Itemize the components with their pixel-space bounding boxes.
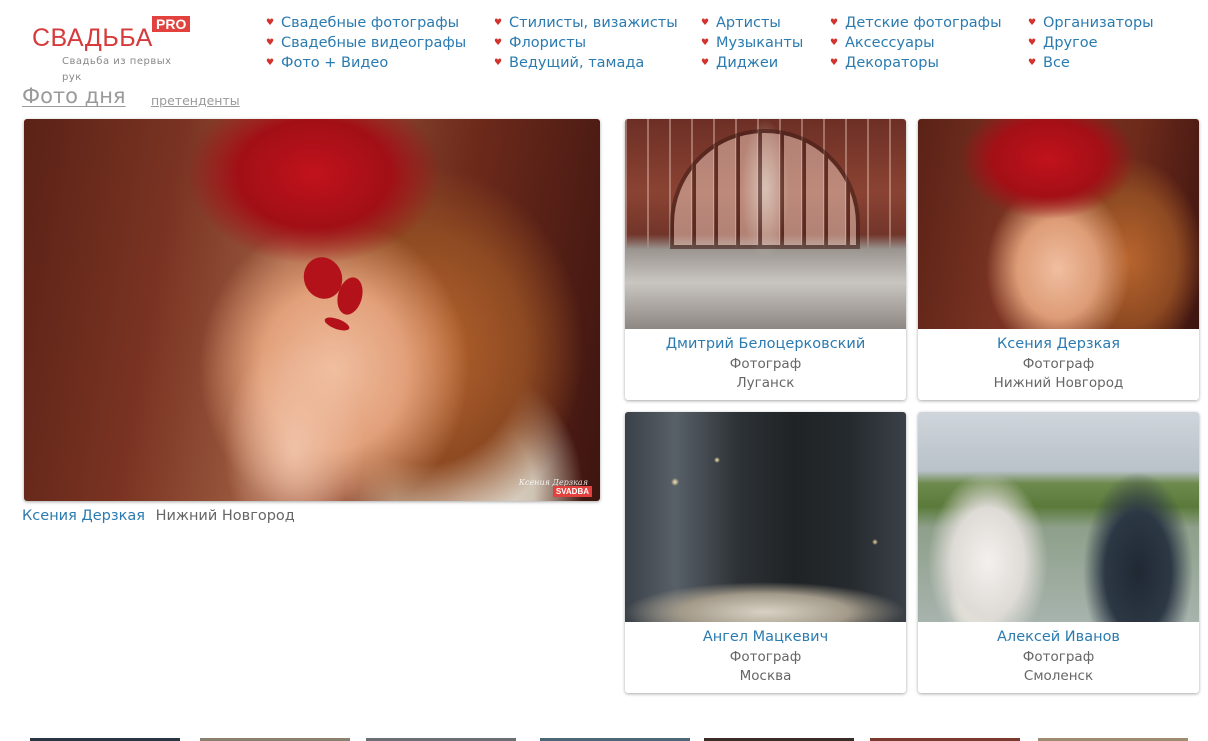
contender-photo[interactable] <box>625 412 906 622</box>
nav-link-florists[interactable]: ♥ Флористы <box>494 33 678 53</box>
logo-pro-badge: PRO <box>152 16 191 32</box>
contenders-link[interactable]: претенденты <box>151 93 240 108</box>
contender-city: Москва <box>739 668 792 684</box>
photo-of-day-title[interactable]: Фото дня <box>22 84 126 108</box>
main-photo-caption: Ксения Дерзкая Нижний Новгород <box>22 507 295 525</box>
nav-link-stylists[interactable]: ♥ Стилисты, визажисты <box>494 13 678 33</box>
heart-icon: ♥ <box>1028 18 1037 28</box>
heart-icon: ♥ <box>266 18 275 28</box>
contender-photo[interactable] <box>918 119 1199 329</box>
nav-link-hosts[interactable]: ♥ Ведущий, тамада <box>494 53 678 73</box>
heart-icon: ♥ <box>830 18 839 28</box>
main-photo-city: Нижний Новгород <box>155 508 295 524</box>
contender-name-link[interactable]: Алексей Иванов <box>918 628 1199 647</box>
nav-link-djs[interactable]: ♥ Диджеи <box>701 53 803 73</box>
heart-icon: ♥ <box>266 38 275 48</box>
logo-text[interactable]: СВАДЬБА <box>32 24 153 53</box>
contender-city: Луганск <box>736 375 795 391</box>
contender-role: Фотограф <box>729 649 802 665</box>
contender-photo[interactable] <box>918 412 1199 622</box>
contender-photo[interactable] <box>625 119 906 329</box>
contender-card[interactable]: Дмитрий Белоцерковский Фотограф Луганск <box>625 119 906 400</box>
nav-link-artists[interactable]: ♥ Артисты <box>701 13 803 33</box>
photo-watermark-badge: SVADBA <box>552 486 592 497</box>
contender-card[interactable]: Ангел Мацкевич Фотограф Москва <box>625 412 906 693</box>
heart-icon: ♥ <box>494 58 503 68</box>
nav-link-decorators[interactable]: ♥ Декораторы <box>830 53 1002 73</box>
nav-link-photo-video[interactable]: ♥ Фото + Видео <box>266 53 466 73</box>
contender-name-link[interactable]: Дмитрий Белоцерковский <box>625 335 906 354</box>
heart-icon: ♥ <box>494 18 503 28</box>
contender-role: Фотограф <box>1022 356 1095 372</box>
contender-card[interactable]: Алексей Иванов Фотограф Смоленск <box>918 412 1199 693</box>
heart-icon: ♥ <box>1028 58 1037 68</box>
nav-column: ♥ Организаторы ♥ Другое ♥ Все <box>1028 13 1154 73</box>
nav-link-kids-photographers[interactable]: ♥ Детские фотографы <box>830 13 1002 33</box>
nav-column: ♥ Стилисты, визажисты ♥ Флористы ♥ Ведущий,… <box>494 13 678 73</box>
petal-decoration <box>323 314 351 334</box>
nav-column: ♥ Артисты ♥ Музыканты ♥ Диджеи <box>701 13 803 73</box>
contender-role: Фотограф <box>729 356 802 372</box>
nav-link-other[interactable]: ♥ Другое <box>1028 33 1154 53</box>
nav-link-organizers[interactable]: ♥ Организаторы <box>1028 13 1154 33</box>
contender-city: Нижний Новгород <box>993 375 1124 391</box>
contender-name-link[interactable]: Ангел Мацкевич <box>625 628 906 647</box>
contender-card[interactable]: Ксения Дерзкая Фотограф Нижний Новгород <box>918 119 1199 400</box>
contender-name-link[interactable]: Ксения Дерзкая <box>918 335 1199 354</box>
nav-column: ♥ Свадебные фотографы ♥ Свадебные видеогра… <box>266 13 466 73</box>
heart-icon: ♥ <box>830 38 839 48</box>
logo-tagline: Свадьба из первых рук <box>62 56 172 83</box>
main-photo[interactable]: Ксения Дерзкая SVADBA <box>24 119 600 501</box>
contender-role: Фотограф <box>1022 649 1095 665</box>
heart-icon: ♥ <box>701 58 710 68</box>
contender-city: Смоленск <box>1023 668 1094 684</box>
nav-link-accessories[interactable]: ♥ Аксессуары <box>830 33 1002 53</box>
heart-icon: ♥ <box>830 58 839 68</box>
site-logo[interactable]: СВАДЬБА PRO Свадьба из первых рук <box>32 16 197 86</box>
heart-icon: ♥ <box>1028 38 1037 48</box>
main-photo-author-link[interactable]: Ксения Дерзкая <box>22 508 145 524</box>
nav-link-all[interactable]: ♥ Все <box>1028 53 1154 73</box>
heart-icon: ♥ <box>266 58 275 68</box>
nav-link-wedding-videographers[interactable]: ♥ Свадебные видеографы <box>266 33 466 53</box>
nav-link-musicians[interactable]: ♥ Музыканты <box>701 33 803 53</box>
nav-column: ♥ Детские фотографы ♥ Аксессуары ♥ Декорато… <box>830 13 1002 73</box>
heart-icon: ♥ <box>701 18 710 28</box>
heart-icon: ♥ <box>494 38 503 48</box>
heart-icon: ♥ <box>701 38 710 48</box>
nav-link-wedding-photographers[interactable]: ♥ Свадебные фотографы <box>266 13 466 33</box>
